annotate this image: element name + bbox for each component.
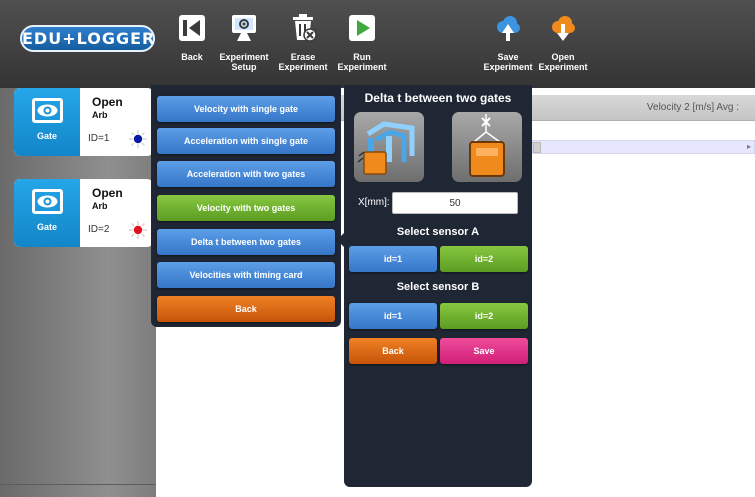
two-gates-image[interactable] bbox=[354, 112, 424, 182]
settings-back-button[interactable]: Back bbox=[349, 338, 437, 364]
experiment-setup-icon bbox=[232, 15, 256, 41]
app-logo: EDU+LOGGER bbox=[20, 25, 155, 52]
cloud-upload-icon bbox=[497, 16, 520, 41]
cloud-download-icon bbox=[552, 16, 575, 41]
sensor-status: Open bbox=[92, 186, 123, 200]
settings-save-button[interactable]: Save bbox=[440, 338, 528, 364]
run-experiment-button[interactable]: Run Experiment bbox=[331, 14, 393, 80]
sensor-id: ID=2 bbox=[88, 224, 110, 235]
sensor-status: Open bbox=[92, 95, 123, 109]
menu-back-button[interactable]: Back bbox=[157, 296, 335, 322]
sensor-tile-label: Gate bbox=[36, 131, 57, 141]
sensor-card-2[interactable]: Gate Open Arb ID=2 bbox=[14, 179, 153, 247]
scroll-right-arrow-icon[interactable]: ▸ bbox=[747, 141, 751, 153]
menu-acceleration-two-gates[interactable]: Acceleration with two gates bbox=[157, 161, 335, 187]
status-led-icon bbox=[129, 221, 147, 239]
sensor-type: Arb bbox=[92, 110, 108, 120]
sensor-tile-label: Gate bbox=[36, 222, 57, 232]
scrollbar-thumb[interactable] bbox=[533, 142, 541, 153]
sensor-sidebar: Gate Open Arb ID=1 Gate Open Arb ID=2 bbox=[0, 88, 156, 497]
trash-icon bbox=[293, 14, 317, 42]
status-led-icon bbox=[129, 130, 147, 148]
menu-acceleration-single-gate[interactable]: Acceleration with single gate bbox=[157, 128, 335, 154]
eye-icon bbox=[32, 98, 63, 123]
menu-delta-t-two-gates[interactable]: Delta t between two gates bbox=[157, 229, 335, 255]
sensor-b-id1-button[interactable]: id=1 bbox=[349, 303, 437, 329]
column-header-velocity-2: Velocity 2 [m/s] Avg : bbox=[646, 102, 739, 113]
run-experiment-label: Run Experiment bbox=[337, 52, 387, 72]
menu-velocity-single-gate[interactable]: Velocity with single gate bbox=[157, 96, 335, 122]
open-experiment-button[interactable]: Open Experiment bbox=[532, 14, 594, 80]
sidebar-divider bbox=[0, 484, 156, 485]
sensor-a-id2-button[interactable]: id=2 bbox=[440, 246, 528, 272]
top-toolbar: EDU+LOGGER Back Experiment Setup Erase E… bbox=[0, 0, 755, 88]
menu-velocities-timing-card[interactable]: Velocities with timing card bbox=[157, 262, 335, 288]
sensor-tile-1[interactable]: Gate bbox=[14, 88, 80, 156]
x-distance-label: X[mm]: bbox=[358, 197, 390, 208]
back-icon bbox=[179, 15, 205, 41]
experiment-settings-panel: Delta t between two gates X[mm]: Select … bbox=[344, 85, 532, 487]
sensor-type: Arb bbox=[92, 201, 108, 211]
sensor-card-1[interactable]: Gate Open Arb ID=1 bbox=[14, 88, 153, 156]
timing-card-image[interactable] bbox=[452, 112, 522, 182]
sensor-tile-2[interactable]: Gate bbox=[14, 179, 80, 247]
menu-pointer-arrow bbox=[337, 233, 344, 247]
play-icon bbox=[349, 15, 375, 41]
sensor-id: ID=1 bbox=[88, 133, 110, 144]
menu-velocity-two-gates[interactable]: Velocity with two gates bbox=[157, 195, 335, 221]
settings-title: Delta t between two gates bbox=[364, 91, 512, 105]
horizontal-scrollbar[interactable]: ▸ bbox=[532, 140, 755, 154]
sensor-b-id2-button[interactable]: id=2 bbox=[440, 303, 528, 329]
open-experiment-label: Open Experiment bbox=[538, 52, 588, 72]
sensor-a-id1-button[interactable]: id=1 bbox=[349, 246, 437, 272]
experiment-type-menu: Velocity with single gate Acceleration w… bbox=[151, 85, 341, 327]
eye-icon bbox=[32, 189, 63, 214]
select-sensor-a-title: Select sensor A bbox=[396, 226, 480, 238]
x-distance-input[interactable] bbox=[392, 192, 518, 214]
timing-card-icon bbox=[469, 114, 505, 177]
photogates-icon bbox=[357, 121, 415, 175]
select-sensor-b-title: Select sensor B bbox=[396, 281, 480, 293]
